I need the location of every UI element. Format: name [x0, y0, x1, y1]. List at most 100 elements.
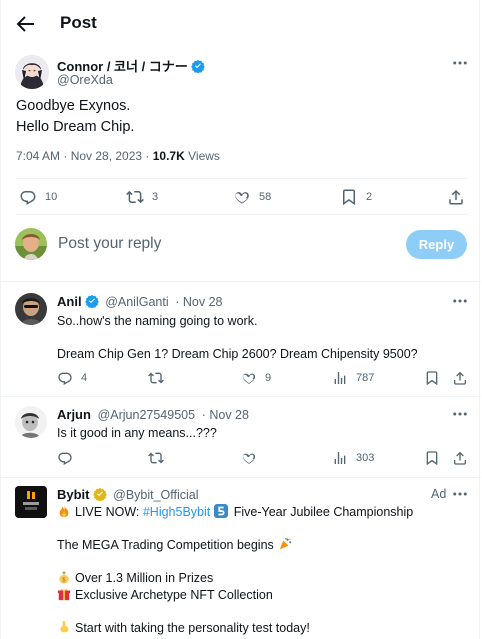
- back-arrow-icon[interactable]: [13, 12, 37, 36]
- reply-handle[interactable]: @AnilGanti: [105, 295, 168, 309]
- reply-action[interactable]: 10: [19, 188, 57, 206]
- repost-icon: [148, 372, 164, 384]
- keycap-five-icon: [214, 504, 229, 518]
- reply-text: So..how's the naming going to work. Drea…: [57, 313, 418, 363]
- bookmark-count: 2: [366, 191, 373, 203]
- reply-line: Is it good in any means...???: [57, 426, 217, 440]
- reply-handle[interactable]: @Arjun27549505: [98, 408, 196, 422]
- post-page: Post Connor / 코너 / コナー @OreXda Goodbye E…: [0, 0, 481, 639]
- my-avatar[interactable]: [15, 228, 47, 260]
- repost-action[interactable]: [148, 370, 172, 386]
- bookmark-action[interactable]: [424, 370, 440, 386]
- reply-line: Dream Chip Gen 1? Dream Chip 2600? Dream…: [57, 347, 418, 361]
- more-options-icon[interactable]: [451, 405, 469, 423]
- divider: [1, 396, 481, 397]
- ad-text: LIVE NOW: #High5Bybit Five-Year Jubilee …: [57, 504, 413, 636]
- reply-button[interactable]: Reply: [406, 230, 467, 259]
- bookmark-action[interactable]: 2: [340, 188, 372, 206]
- page-title: Post: [60, 13, 97, 32]
- views-count: 303: [356, 452, 375, 464]
- bookmark-icon: [426, 451, 438, 466]
- reply-avatar[interactable]: [15, 406, 47, 438]
- ad-line: LIVE NOW: #High5Bybit Five-Year Jubilee …: [57, 504, 413, 521]
- fire-icon: [59, 504, 69, 518]
- hashtag-link[interactable]: #High5Bybit: [143, 505, 210, 519]
- views-action[interactable]: 303: [332, 450, 374, 466]
- gift-icon: [57, 588, 71, 600]
- reply-text: Is it good in any means...???: [57, 425, 217, 442]
- views-count: 787: [356, 372, 375, 384]
- reply-count: 4: [81, 372, 88, 384]
- more-options-icon[interactable]: [451, 54, 469, 72]
- views-action[interactable]: 787: [332, 370, 374, 386]
- ad-author-name[interactable]: Bybit @Bybit_Official: [57, 487, 199, 502]
- repost-count: 3: [152, 191, 159, 203]
- reply-avatar[interactable]: [15, 293, 47, 325]
- verified-badge-icon: [190, 59, 205, 73]
- more-options-icon[interactable]: [451, 485, 469, 503]
- reply-date[interactable]: · Nov 28: [202, 408, 249, 422]
- reply-input[interactable]: Post your reply: [58, 235, 161, 253]
- tweet-line: Hello Dream Chip.: [16, 119, 135, 135]
- ad-line: Start with taking the personality test t…: [57, 620, 413, 637]
- reply-line: [57, 330, 418, 347]
- tweet-meta: 7:04 AM · Nov 28, 2023 · 10.7K Views: [16, 149, 220, 163]
- ad-line: Exclusive Archetype NFT Collection: [57, 587, 413, 604]
- views-chart-icon: [334, 452, 346, 464]
- share-action[interactable]: [447, 188, 465, 206]
- timestamp[interactable]: 7:04 AM · Nov 28, 2023 ·: [16, 149, 153, 163]
- share-icon: [454, 451, 466, 465]
- reply-count: 10: [45, 191, 58, 203]
- reply-author-name[interactable]: Arjun @Arjun27549505 · Nov 28: [57, 407, 249, 422]
- money-bag-icon: $: [59, 571, 69, 584]
- heart-icon: [235, 192, 249, 204]
- share-icon: [454, 371, 466, 385]
- heart-icon: [242, 373, 256, 384]
- tweet-line: Goodbye Exynos.: [16, 98, 131, 114]
- header: Post: [1, 0, 481, 50]
- repost-action[interactable]: [148, 450, 172, 466]
- share-action[interactable]: [452, 370, 468, 386]
- ad-avatar[interactable]: [15, 486, 47, 518]
- divider: [16, 214, 468, 215]
- heart-icon: [242, 453, 256, 464]
- reply-action[interactable]: 4: [57, 370, 87, 386]
- bookmark-icon: [426, 371, 438, 386]
- ad-label: Ad: [431, 487, 447, 501]
- like-action[interactable]: [241, 450, 265, 466]
- reply-action[interactable]: [57, 450, 81, 466]
- divider: [1, 477, 481, 478]
- more-options-icon[interactable]: [451, 292, 469, 310]
- share-icon: [449, 189, 463, 205]
- share-action[interactable]: [452, 450, 468, 466]
- divider: [16, 178, 468, 179]
- author-handle[interactable]: @OreXda: [57, 73, 113, 87]
- reply-icon: [58, 452, 72, 465]
- views-label: Views: [184, 149, 220, 163]
- reply-icon: [58, 372, 72, 385]
- like-action[interactable]: 58: [233, 188, 271, 206]
- author-avatar[interactable]: [15, 55, 49, 89]
- svg-text:$: $: [62, 576, 66, 583]
- reply-date[interactable]: · Nov 28: [175, 295, 222, 309]
- repost-icon: [148, 452, 164, 464]
- like-action[interactable]: 9: [241, 370, 271, 386]
- bybit-logo-icon: [15, 486, 47, 518]
- reply-line: So..how's the naming going to work.: [57, 314, 258, 328]
- pointing-hand-icon: [60, 620, 69, 632]
- verified-badge-icon: [84, 294, 99, 308]
- bookmark-icon: [343, 189, 355, 206]
- reply-author-name[interactable]: Anil @AnilGanti · Nov 28: [57, 294, 222, 309]
- reply-icon: [20, 191, 36, 205]
- gold-verified-badge-icon: [92, 487, 107, 501]
- ad-handle[interactable]: @Bybit_Official: [113, 488, 198, 502]
- like-count: 58: [259, 191, 272, 203]
- repost-action[interactable]: 3: [126, 188, 158, 206]
- like-count: 9: [265, 372, 272, 384]
- party-popper-icon: [279, 537, 292, 550]
- divider: [1, 281, 481, 282]
- bookmark-action[interactable]: [424, 450, 440, 466]
- tweet-text: Goodbye Exynos. Hello Dream Chip.: [16, 96, 134, 138]
- repost-icon: [126, 190, 144, 204]
- views-count: 10.7K: [152, 149, 185, 163]
